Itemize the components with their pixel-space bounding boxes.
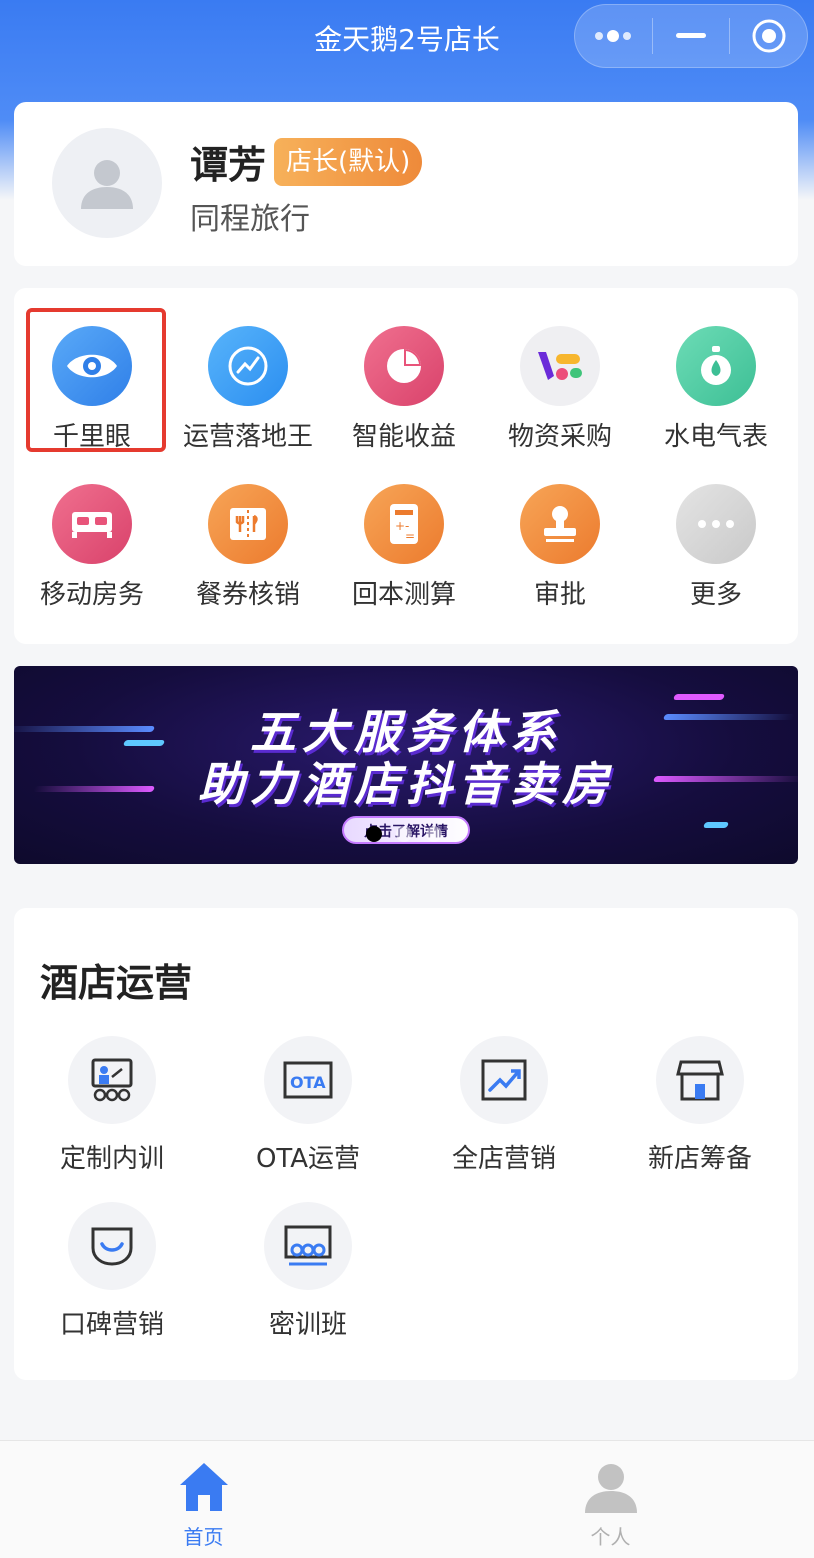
minimize-icon[interactable]: [653, 5, 730, 67]
quick-actions-grid: 千里眼 运营落地王 智能收益 物资采购 水电气表 移动房务 餐券核销 + - =…: [14, 288, 798, 644]
quick-action-label: 回本测算: [351, 580, 456, 610]
ticket-icon: [208, 484, 288, 564]
op-item-classroom[interactable]: 密训班: [210, 1202, 406, 1352]
op-item-label: 密训班: [268, 1310, 347, 1340]
home-icon: [179, 1463, 228, 1511]
quick-action-label: 审批: [533, 580, 586, 610]
op-item-reputation[interactable]: 口碑营销: [14, 1202, 210, 1352]
company-name: 同程旅行: [190, 202, 310, 237]
section-title: 酒店运营: [40, 961, 193, 1005]
user-silhouette-icon: [81, 160, 133, 209]
target-close-icon[interactable]: [730, 5, 807, 67]
calculator-icon: + - =: [364, 484, 444, 564]
quick-action-label: 智能收益: [351, 422, 456, 452]
more-icon: [676, 484, 756, 564]
op-item-label: OTA运营: [255, 1144, 361, 1174]
trend-icon: [208, 326, 288, 406]
quick-action-fangwu[interactable]: 移动房务: [14, 484, 170, 634]
role-badge[interactable]: 店长(默认): [274, 138, 423, 186]
op-item-training[interactable]: 定制内训: [14, 1036, 210, 1186]
op-item-ota[interactable]: OTA OTA运营: [210, 1036, 406, 1186]
banner-subheadline: 助力酒店抖音卖房: [198, 757, 614, 811]
quick-action-label: 餐券核销: [195, 580, 300, 610]
promo-banner[interactable]: 五大服务体系 助力酒店抖音卖房 点击了解详情: [14, 666, 798, 864]
quick-action-label: 运营落地王: [182, 422, 313, 452]
person-icon: [584, 1464, 637, 1513]
chart-up-icon: [460, 1036, 548, 1124]
hotel-ops-section: 酒店运营 定制内训 OTA OTA运营 全店营销 新店筹备 口碑营销 密训班: [14, 908, 798, 1380]
user-name: 谭芳: [190, 143, 267, 187]
ota-icon: OTA: [264, 1036, 352, 1124]
vf-logo-icon: [520, 326, 600, 406]
navbar: 金天鹅2号店长: [0, 0, 814, 78]
highlight-box: [26, 308, 166, 452]
carousel-indicator: [366, 826, 442, 842]
classroom-icon: [264, 1202, 352, 1290]
svg-text:OTA: OTA: [290, 1073, 326, 1092]
quick-action-label: 更多: [689, 580, 742, 610]
svg-text:+: +: [395, 519, 405, 533]
quick-action-huiben[interactable]: + - = 回本测算: [326, 484, 482, 634]
quick-action-label: 水电气表: [663, 422, 768, 452]
op-item-label: 新店筹备: [647, 1144, 752, 1174]
quick-action-wuzi[interactable]: 物资采购: [482, 326, 638, 476]
carousel-dot[interactable]: [426, 826, 442, 842]
tab-profile-label: 个人: [590, 1525, 631, 1549]
op-item-label: 全店营销: [451, 1144, 556, 1174]
tab-home[interactable]: 首页: [0, 1441, 407, 1558]
op-item-label: 定制内训: [59, 1144, 164, 1174]
training-icon: [68, 1036, 156, 1124]
op-item-marketing[interactable]: 全店营销: [406, 1036, 602, 1186]
svg-text:=: =: [405, 529, 415, 543]
quick-action-label: 物资采购: [507, 422, 612, 452]
meter-icon: [676, 326, 756, 406]
quick-action-label: 移动房务: [39, 580, 144, 610]
pie-chart-icon: [364, 326, 444, 406]
store-icon: [656, 1036, 744, 1124]
tab-bar: 首页 个人: [0, 1440, 814, 1558]
avatar[interactable]: [52, 128, 162, 238]
op-item-new-store[interactable]: 新店筹备: [602, 1036, 798, 1186]
op-item-label: 口碑营销: [59, 1310, 164, 1340]
carousel-dot[interactable]: [366, 826, 382, 842]
smile-icon: [68, 1202, 156, 1290]
quick-action-shenpi[interactable]: 审批: [482, 484, 638, 634]
mini-program-capsule: [574, 4, 808, 68]
tab-profile[interactable]: 个人: [407, 1441, 814, 1558]
more-dots-icon[interactable]: [575, 5, 652, 67]
profile-card[interactable]: 谭芳 店长(默认) 同程旅行: [14, 102, 798, 266]
banner-streak: [702, 822, 730, 828]
quick-action-canquan[interactable]: 餐券核销: [170, 484, 326, 634]
carousel-dot[interactable]: [396, 826, 412, 842]
quick-action-yunying[interactable]: 运营落地王: [170, 326, 326, 476]
quick-action-more[interactable]: 更多: [638, 484, 794, 634]
stamp-icon: [520, 484, 600, 564]
bed-icon: [52, 484, 132, 564]
quick-action-shuidian[interactable]: 水电气表: [638, 326, 794, 476]
quick-action-shouyi[interactable]: 智能收益: [326, 326, 482, 476]
tab-home-label: 首页: [183, 1525, 224, 1549]
